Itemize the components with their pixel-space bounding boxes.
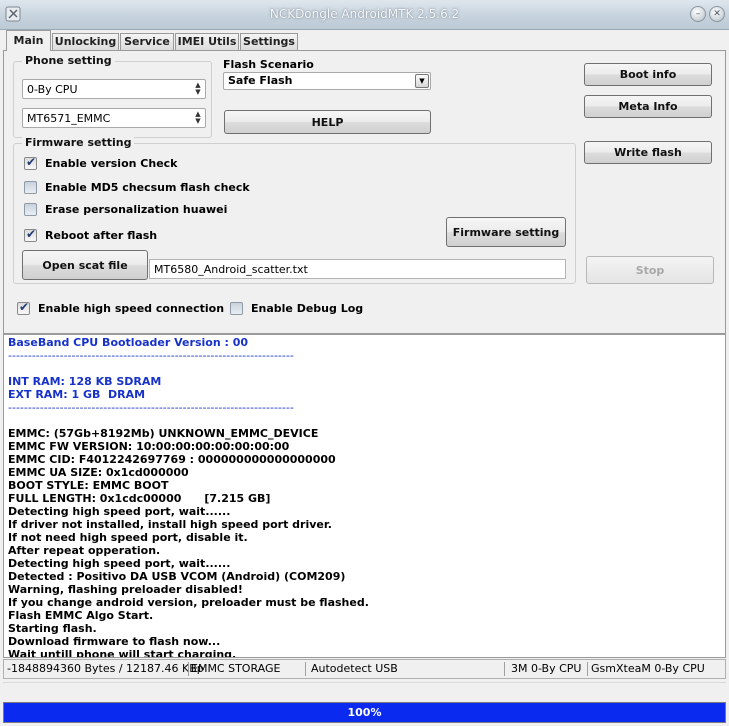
meta-info-button[interactable]: Meta Info xyxy=(584,95,712,118)
log-line: Download firmware to flash now... xyxy=(8,635,221,648)
flash-scenario-select[interactable]: Safe Flash ▼ xyxy=(223,72,431,90)
log-line: BOOT STYLE: EMMC BOOT xyxy=(8,479,169,492)
checkbox-label: Enable MD5 checsum flash check xyxy=(45,180,250,194)
log-line: Detecting high speed port, wait...... xyxy=(8,505,231,518)
progress-bar: 100% xyxy=(3,702,726,723)
checkbox-label: Reboot after flash xyxy=(45,228,158,242)
close-button[interactable]: ✕ xyxy=(709,6,725,22)
firmware-setting-button[interactable]: Firmware setting xyxy=(446,217,566,247)
status-team: GsmXteaM 0-By CPU xyxy=(591,662,705,675)
flash-scenario-value: Safe Flash xyxy=(228,74,293,87)
checkbox[interactable]: ✔ xyxy=(17,299,30,315)
log-line: After repeat opperation. xyxy=(8,544,161,557)
log-line: EMMC FW VERSION: 10:00:00:00:00:00:00:00 xyxy=(8,440,290,453)
log-line: EMMC: (57Gb+8192Mb) UNKNOWN_EMMC_DEVICE xyxy=(8,427,319,440)
log-line: Detecting high speed port, wait...... xyxy=(8,557,231,570)
status-divider xyxy=(587,662,588,676)
boot-info-button[interactable]: Boot info xyxy=(584,63,712,86)
main-panel: Phone setting 0-By CPU ▲ ▼ MT6571_EMMC ▲ ▼… xyxy=(3,50,726,334)
scatter-file-field[interactable]: MT6580_Android_scatter.txt xyxy=(149,259,566,279)
firmware-setting-legend: Firmware setting xyxy=(22,136,135,149)
log-line: Flash EMMC Algo Start. xyxy=(8,609,154,622)
tab-imei-utils[interactable]: IMEI Utils xyxy=(175,33,239,50)
checkbox[interactable] xyxy=(24,202,37,216)
log-line: BaseBand CPU Bootloader Version : 00 xyxy=(8,336,249,349)
status-strip xyxy=(3,682,726,701)
status-bar: -1848894360 Bytes / 12187.46 KBp EMMC ST… xyxy=(3,659,726,679)
log-line: Wait untill phone will start charging. xyxy=(8,648,237,658)
cpu-select-value: 0-By CPU xyxy=(27,83,78,96)
help-button[interactable]: HELP xyxy=(224,110,431,134)
checkbox[interactable]: ✔ xyxy=(24,226,37,242)
checkbox[interactable]: ✔ xyxy=(24,154,37,170)
reboot-after-flash[interactable]: ✔ Reboot after flash xyxy=(24,227,157,243)
erase-personalization-huawei[interactable]: Erase personalization huawei xyxy=(24,201,227,217)
enable-high-speed-connection[interactable]: ✔ Enable high speed connection xyxy=(17,300,224,316)
write-flash-button[interactable]: Write flash xyxy=(584,141,712,164)
checkbox-label: Enable version Check xyxy=(45,156,178,170)
phone-setting-legend: Phone setting xyxy=(22,54,115,67)
open-scat-file-button[interactable]: Open scat file xyxy=(22,250,148,280)
progress-label: 100% xyxy=(347,706,382,719)
tab-main[interactable]: Main xyxy=(6,30,51,51)
enable-debug-log[interactable]: Enable Debug Log xyxy=(230,300,363,316)
stop-button[interactable]: Stop xyxy=(586,256,714,284)
checkmark-icon: ✔ xyxy=(26,226,37,241)
checkmark-icon: ✔ xyxy=(26,154,37,169)
status-divider xyxy=(188,662,189,676)
log-output[interactable]: BaseBand CPU Bootloader Version : 00 ----… xyxy=(3,334,726,658)
log-line: If you change android version, preloader… xyxy=(8,596,369,609)
spin-arrows-icon: ▲ ▼ xyxy=(195,110,201,125)
status-storage: EMMC STORAGE xyxy=(191,662,281,675)
spin-arrows-icon: ▲ ▼ xyxy=(195,81,201,96)
window-title: NCKDongle AndroidMTK 2.5.6.2 xyxy=(269,7,460,21)
tab-settings[interactable]: Settings xyxy=(240,33,298,50)
minimize-button[interactable]: – xyxy=(690,6,706,22)
log-line: If driver not installed, install high sp… xyxy=(8,518,332,531)
log-line: If not need high speed port, disable it. xyxy=(8,531,248,544)
log-line: Warning, flashing preloader disabled! xyxy=(8,583,243,596)
status-usb: Autodetect USB xyxy=(311,662,398,675)
status-divider xyxy=(305,662,306,676)
checkmark-icon: ✔ xyxy=(19,299,30,314)
tab-service[interactable]: Service xyxy=(120,33,174,50)
log-line: EMMC CID: F4012242697769 : 0000000000000… xyxy=(8,453,336,466)
title-bar: NCKDongle AndroidMTK 2.5.6.2 – ✕ xyxy=(0,0,729,30)
status-divider xyxy=(504,662,505,676)
flash-scenario-label: Flash Scenario xyxy=(223,58,314,71)
checkbox-label: Erase personalization huawei xyxy=(45,202,228,216)
log-line: Detected : Positivo DA USB VCOM (Android… xyxy=(8,570,346,583)
log-line: Starting flash. xyxy=(8,622,97,635)
status-bytes: -1848894360 Bytes / 12187.46 KBp xyxy=(7,662,204,675)
model-select[interactable]: MT6571_EMMC ▲ ▼ xyxy=(22,108,206,128)
checkbox[interactable] xyxy=(230,301,243,315)
chevron-down-icon[interactable]: ▼ xyxy=(415,74,429,88)
log-line: INT RAM: 128 KB SDRAM xyxy=(8,375,162,388)
log-line: FULL LENGTH: 0x1cdc00000 [7.215 GB] xyxy=(8,492,271,505)
log-separator: ----------------------------------------… xyxy=(8,349,294,362)
log-line: EMMC UA SIZE: 0x1cd000000 xyxy=(8,466,189,479)
log-separator: ----------------------------------------… xyxy=(8,401,294,414)
cpu-select[interactable]: 0-By CPU ▲ ▼ xyxy=(22,79,206,99)
enable-version-check[interactable]: ✔ Enable version Check xyxy=(24,155,178,171)
enable-md5-check[interactable]: Enable MD5 checsum flash check xyxy=(24,179,250,195)
model-select-value: MT6571_EMMC xyxy=(27,112,111,125)
checkbox-label: Enable high speed connection xyxy=(38,301,225,315)
status-cpu: 3M 0-By CPU xyxy=(511,662,582,675)
checkbox[interactable] xyxy=(24,180,37,194)
log-line: EXT RAM: 1 GB DRAM xyxy=(8,388,146,401)
checkbox-label: Enable Debug Log xyxy=(251,301,364,315)
tab-unlocking[interactable]: Unlocking xyxy=(52,33,119,50)
